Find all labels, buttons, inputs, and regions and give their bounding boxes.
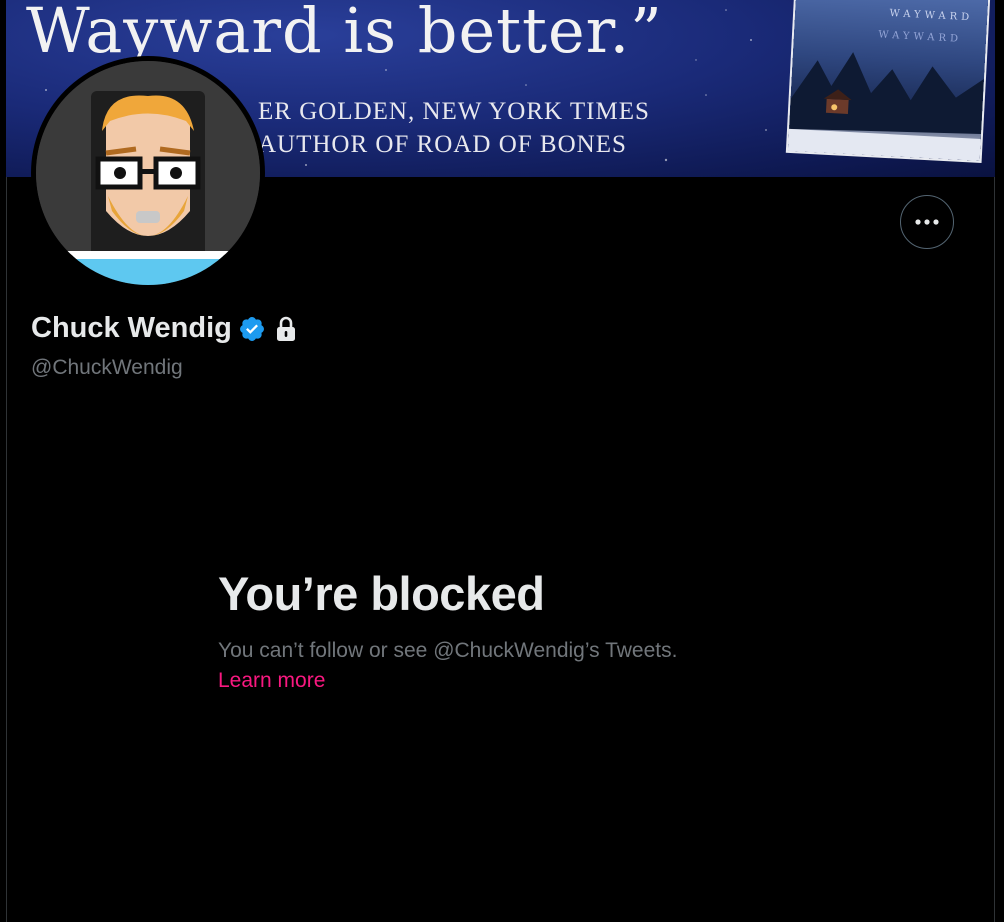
avatar-illustration — [36, 61, 260, 285]
blocked-title: You’re blocked — [218, 567, 545, 620]
profile-handle: @ChuckWendig — [31, 356, 183, 379]
banner-quote: Wayward is better.” — [26, 0, 663, 67]
lock-icon — [274, 316, 298, 342]
blocked-notice: You’re blocked You can’t follow or see @… — [218, 566, 818, 696]
blocked-description: You can’t follow or see @ChuckWendig’s T… — [218, 639, 678, 662]
banner-quote-text: Wayward is better.” — [26, 0, 663, 67]
learn-more-link[interactable]: Learn more — [218, 666, 325, 696]
more-dots-icon — [915, 219, 939, 225]
banner-attribution-2: AUTHOR OF ROAD OF BONES — [258, 131, 627, 158]
avatar-image — [36, 61, 260, 285]
display-name: Chuck Wendig — [31, 312, 232, 344]
profile-page: Wayward is better.” ER GOLDEN, NEW YORK … — [0, 0, 1004, 922]
profile-avatar[interactable] — [31, 56, 265, 290]
book-cover-art — [787, 52, 984, 161]
profile-name-row: Chuck Wendig — [31, 312, 298, 345]
more-options-button[interactable] — [900, 195, 954, 249]
book-cover-image: WAYWARD WAYWARD — [787, 0, 989, 161]
banner-attribution-1: ER GOLDEN, NEW YORK TIMES — [258, 98, 650, 125]
verified-badge-icon[interactable] — [238, 315, 266, 343]
